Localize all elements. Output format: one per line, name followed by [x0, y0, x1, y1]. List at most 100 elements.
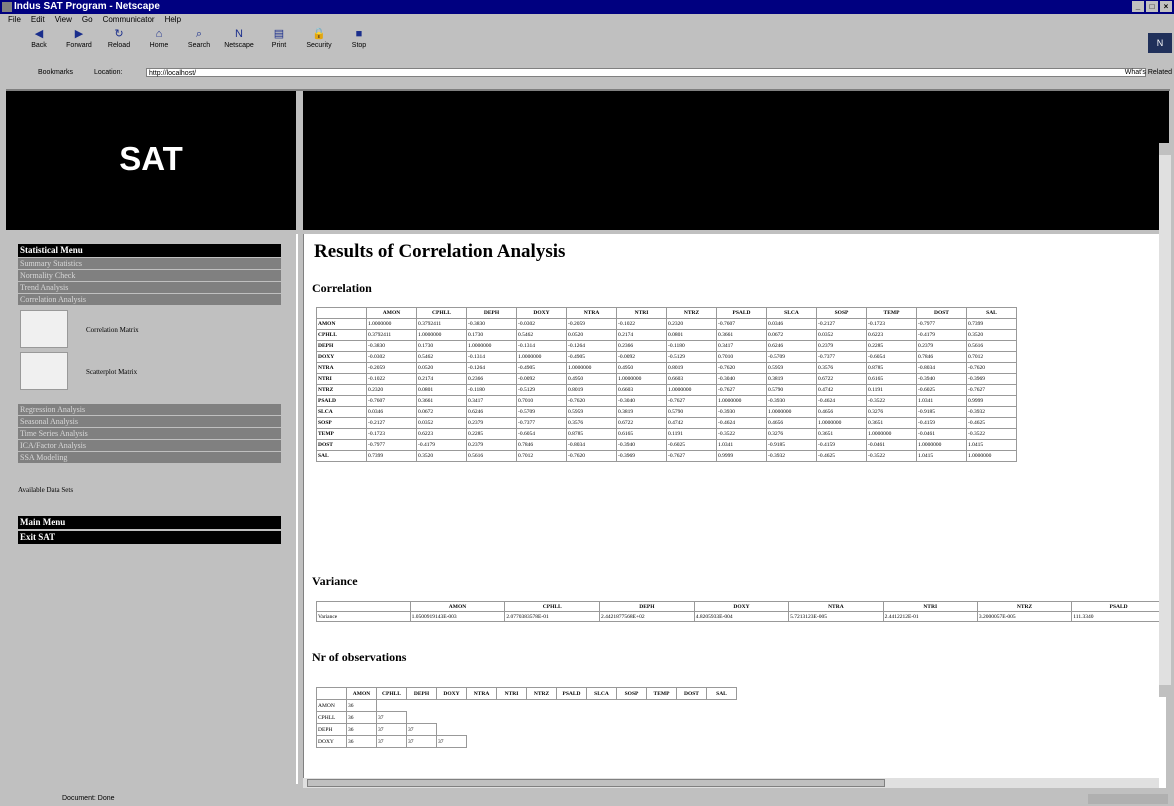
table-cell: 0.3819	[766, 373, 817, 385]
menu-go[interactable]: Go	[82, 14, 93, 26]
table-cell: -0.1022	[616, 318, 667, 330]
column-header: DOST	[676, 687, 707, 700]
table-cell: -0.3940	[616, 439, 667, 451]
main-menu-link[interactable]: Main Menu	[18, 516, 281, 529]
sidebar-item[interactable]: Summary Statistics	[18, 258, 281, 269]
table-cell: 0.7399	[966, 318, 1017, 330]
column-header: DEPH	[466, 307, 517, 319]
scroll-up-button[interactable]	[1159, 143, 1171, 155]
table-cell: -0.1723	[866, 318, 917, 330]
sidebar-item[interactable]: Trend Analysis	[18, 282, 281, 293]
table-cell: 37	[376, 711, 407, 724]
maximize-button[interactable]: □	[1146, 1, 1158, 12]
menu-communicator[interactable]: Communicator	[103, 14, 155, 26]
security-button[interactable]: 🔒 Security	[302, 26, 336, 52]
back-button[interactable]: ◀ Back	[22, 26, 56, 52]
table-row: DOXY -0.0302 0.5462 -0.1314 1.0000000 -0.4905…	[316, 351, 1017, 363]
table-cell: -0.3930	[766, 395, 817, 407]
available-data-sets-link[interactable]: Available Data Sets	[18, 486, 73, 494]
print-button[interactable]: ▤ Print	[262, 26, 296, 52]
bookmarks-button[interactable]: Bookmarks	[38, 67, 73, 79]
menu-edit[interactable]: Edit	[31, 14, 45, 26]
table-cell: 0.3276	[766, 428, 817, 440]
table-cell: 0.1730	[466, 329, 517, 341]
table-cell: 0.2379	[466, 439, 517, 451]
column-header: CPHLL	[416, 307, 467, 319]
exit-sat-link[interactable]: Exit SAT	[18, 531, 281, 544]
table-cell: -0.3969	[616, 450, 667, 462]
table-row: AMON 1.0000000 0.3792411 -0.3830 -0.0302 -0.2…	[316, 318, 1017, 330]
table-cell: 0.7010	[716, 351, 767, 363]
sidebar-item[interactable]: Regression Analysis	[18, 404, 281, 415]
table-cell: 0.5959	[566, 406, 617, 418]
table-cell: -0.1723	[366, 428, 417, 440]
sidebar-item[interactable]: ICA/Factor Analysis	[18, 440, 281, 451]
menu-view[interactable]: View	[55, 14, 72, 26]
menu-help[interactable]: Help	[165, 14, 181, 26]
table-cell: -0.4179	[416, 439, 467, 451]
table-cell: -0.3830	[466, 318, 517, 330]
row-header: NTRI	[316, 373, 367, 385]
table-cell: -0.3932	[766, 450, 817, 462]
security-icon: 🔒	[312, 28, 326, 40]
close-button[interactable]: ×	[1160, 1, 1172, 12]
sidebar-item[interactable]: SSA Modeling	[18, 452, 281, 463]
table-cell: -0.7607	[366, 395, 417, 407]
url-input[interactable]: http://localhost/	[146, 68, 1146, 77]
horizontal-scrollbar[interactable]	[303, 778, 1159, 788]
netscape-button[interactable]: N Netscape	[222, 26, 256, 52]
scatterplot-matrix-thumbnail[interactable]	[20, 352, 68, 390]
banner-left: SAT	[6, 91, 296, 230]
table-cell: 0.7846	[516, 439, 567, 451]
home-button[interactable]: ⌂ Home	[142, 26, 176, 52]
table-cell: -0.6054	[866, 351, 917, 363]
row-header: DEPH	[316, 340, 367, 352]
table-cell: 0.3792411	[366, 329, 417, 341]
table-cell: 1.0000000	[916, 439, 967, 451]
navigation-toolbar: ◀ Back ▶ Forward ↻ Reload ⌂ Home ⌕ Search N Netscap…	[0, 26, 1174, 52]
table-cell: 0.0352	[416, 417, 467, 429]
row-header: DOXY	[316, 351, 367, 363]
search-button[interactable]: ⌕ Search	[182, 26, 216, 52]
toolbar-label: Print	[271, 42, 287, 49]
table-cell: -0.7620	[966, 362, 1017, 374]
forward-button[interactable]: ▶ Forward	[62, 26, 96, 52]
scroll-down-button[interactable]	[1159, 685, 1171, 697]
column-header: DOXY	[516, 307, 567, 319]
horizontal-scroll-thumb[interactable]	[307, 779, 885, 787]
table-cell: -0.4624	[816, 395, 867, 407]
sidebar-item[interactable]: Seasonal Analysis	[18, 416, 281, 427]
window-title: Indus SAT Program - Netscape	[14, 1, 160, 12]
table-cell: 0.1730	[416, 340, 467, 352]
variance-table: AMON CPHLL DEPH DOXY NTRA NTRI NTRZ PSALD Varian…	[316, 601, 1166, 622]
table-cell: -0.6025	[916, 384, 967, 396]
sidebar-subitem-label[interactable]: Correlation Matrix	[86, 326, 139, 334]
table-cell: 1.0341	[716, 439, 767, 451]
vertical-scrollbar[interactable]	[1159, 143, 1171, 697]
table-row: NTRA -0.2059 0.0520 -0.1264 -0.4905 1.0000000…	[316, 362, 1017, 374]
table-cell: 36	[346, 735, 377, 748]
table-row: DEPH 36 37 37	[316, 723, 737, 736]
sidebar-subitem-label[interactable]: Scatterplot Matrix	[86, 368, 137, 376]
table-cell: 0.2379	[816, 340, 867, 352]
stop-button[interactable]: ■ Stop	[342, 26, 376, 52]
minimize-button[interactable]: _	[1132, 1, 1144, 12]
table-cell: 2.0770383578E-01	[504, 611, 601, 622]
table-cell: 37	[436, 735, 467, 748]
correlation-matrix-thumbnail[interactable]	[20, 310, 68, 348]
sidebar-item[interactable]: Correlation Analysis	[18, 294, 281, 305]
menu-file[interactable]: File	[8, 14, 21, 26]
reload-button[interactable]: ↻ Reload	[102, 26, 136, 52]
table-cell: -0.0461	[866, 439, 917, 451]
table-cell: 0.0352	[816, 329, 867, 341]
netscape-logo-icon: N	[1148, 33, 1172, 53]
table-cell: -0.7620	[566, 450, 617, 462]
table-cell: -0.0461	[916, 428, 967, 440]
whats-related-button[interactable]: What's Related	[1125, 67, 1172, 79]
table-cell: 0.2320	[666, 318, 717, 330]
table-cell: 0.6246	[466, 406, 517, 418]
table-cell: 0.0520	[566, 329, 617, 341]
sidebar-item[interactable]: Normality Check	[18, 270, 281, 281]
table-cell: 0.0672	[766, 329, 817, 341]
sidebar-item[interactable]: Time Series Analysis	[18, 428, 281, 439]
